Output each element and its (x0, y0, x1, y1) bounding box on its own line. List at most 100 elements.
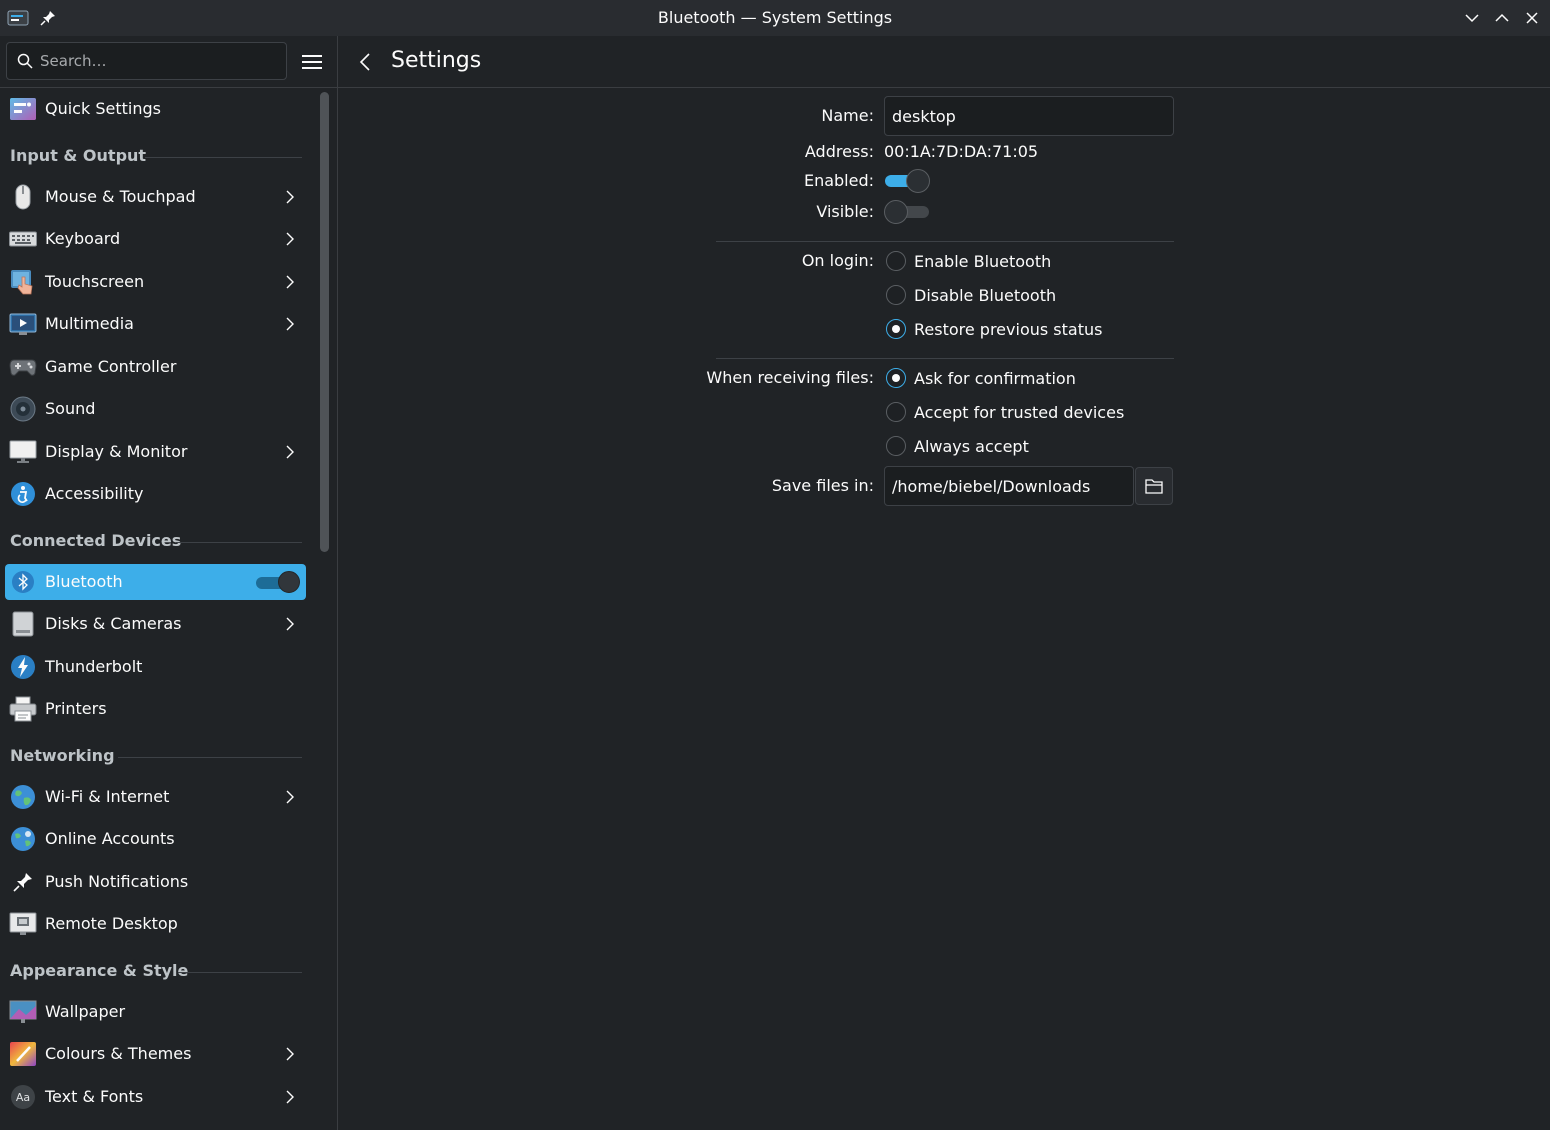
radio-button-checked[interactable] (886, 368, 906, 388)
scrollbar-thumb[interactable] (320, 92, 329, 552)
speaker-icon (9, 395, 37, 423)
sidebar-item-label: Quick Settings (45, 99, 161, 118)
chevron-right-icon (286, 445, 294, 459)
section-divider (716, 358, 1174, 359)
sidebar-item-label: Display & Monitor (45, 442, 188, 461)
sidebar-item-label: Disks & Cameras (45, 614, 182, 633)
bluetooth-settings-form: Name: Address: 00:1A:7D:DA:71:05 Enabled… (339, 88, 1550, 1130)
window-title: Bluetooth — System Settings (657, 8, 893, 27)
radio-label: Always accept (914, 436, 1029, 456)
sidebar-item-keyboard[interactable]: Keyboard (5, 221, 306, 257)
wallpaper-icon (9, 998, 37, 1026)
radio-disable-bluetooth[interactable]: Disable Bluetooth (886, 283, 1056, 307)
monitor-icon (9, 438, 37, 466)
sidebar-item-push-notifications[interactable]: Push Notifications (5, 864, 306, 900)
svg-text:Aa: Aa (16, 1091, 30, 1104)
radio-label: Enable Bluetooth (914, 251, 1052, 271)
save-path-input[interactable] (885, 467, 1133, 505)
sidebar-item-label: Multimedia (45, 314, 134, 333)
sidebar-item-label: Thunderbolt (45, 657, 143, 676)
radio-always-accept[interactable]: Always accept (886, 434, 1029, 458)
chevron-right-icon (286, 232, 294, 246)
quick-settings-icon (9, 95, 37, 123)
radio-button[interactable] (886, 251, 906, 271)
radio-accept-trusted-devices[interactable]: Accept for trusted devices (886, 400, 1124, 424)
sidebar-item-accessibility[interactable]: Accessibility (5, 476, 306, 512)
back-button[interactable] (353, 50, 377, 74)
chevron-right-icon (286, 317, 294, 331)
chevron-right-icon (286, 1047, 294, 1061)
sidebar-item-mouse-touchpad[interactable]: Mouse & Touchpad (5, 179, 306, 215)
folder-icon (1145, 479, 1163, 494)
name-input[interactable] (885, 97, 1173, 135)
maximize-button[interactable] (1490, 6, 1514, 30)
radio-button[interactable] (886, 436, 906, 456)
sidebar-item-label: Push Notifications (45, 872, 189, 891)
section-header-appearance-style: Appearance & Style (10, 961, 189, 980)
sidebar-item-online-accounts[interactable]: Online Accounts (5, 821, 306, 857)
radio-ask-for-confirmation[interactable]: Ask for confirmation (886, 366, 1076, 390)
sidebar-item-label: Game Controller (45, 357, 177, 376)
push-pin-icon (9, 868, 37, 896)
section-divider (145, 157, 302, 158)
sidebar-item-game-controller[interactable]: Game Controller (5, 349, 306, 385)
bluetooth-toggle[interactable] (256, 571, 300, 593)
save-path-field[interactable] (884, 466, 1134, 506)
sidebar-item-display-monitor[interactable]: Display & Monitor (5, 434, 306, 470)
keyboard-icon (9, 225, 37, 253)
chevron-right-icon (286, 617, 294, 631)
sidebar-item-label: Remote Desktop (45, 914, 178, 933)
radio-label: Ask for confirmation (914, 368, 1076, 388)
section-divider (716, 241, 1174, 242)
radio-label: Disable Bluetooth (914, 285, 1057, 305)
sidebar: Quick Settings Input & Output Mouse & To… (0, 88, 312, 1130)
sidebar-item-remote-desktop[interactable]: Remote Desktop (5, 906, 306, 942)
chevron-right-icon (286, 190, 294, 204)
hamburger-menu-button[interactable] (298, 50, 326, 74)
sidebar-scrollbar[interactable] (312, 88, 338, 1130)
remote-desktop-icon (9, 910, 37, 938)
sidebar-item-wifi-internet[interactable]: Wi-Fi & Internet (5, 779, 306, 815)
browse-folder-button[interactable] (1135, 467, 1173, 505)
sidebar-toolbar (0, 36, 338, 88)
section-divider (178, 972, 302, 973)
sidebar-item-quick-settings[interactable]: Quick Settings (5, 91, 306, 127)
sidebar-item-label: Touchscreen (45, 272, 145, 291)
sidebar-item-touchscreen[interactable]: Touchscreen (5, 264, 306, 300)
globe-icon (9, 783, 37, 811)
sidebar-item-bluetooth[interactable]: Bluetooth (5, 564, 306, 600)
sidebar-item-text-fonts[interactable]: Aa Text & Fonts (5, 1079, 306, 1115)
accessibility-icon (9, 480, 37, 508)
search-input[interactable] (40, 43, 280, 79)
close-button[interactable] (1520, 6, 1544, 30)
gamepad-icon (9, 353, 37, 381)
sidebar-item-thunderbolt[interactable]: Thunderbolt (5, 649, 306, 685)
radio-button[interactable] (886, 285, 906, 305)
radio-button[interactable] (886, 402, 906, 422)
section-header-connected-devices: Connected Devices (10, 531, 182, 550)
sidebar-item-printers[interactable]: Printers (5, 691, 306, 727)
radio-button-checked[interactable] (886, 319, 906, 339)
radio-label: Restore previous status (914, 319, 1103, 339)
sidebar-item-colours-themes[interactable]: Colours & Themes (5, 1036, 306, 1072)
page-title: Settings (391, 48, 482, 73)
bluetooth-icon (9, 568, 37, 596)
enabled-switch[interactable] (884, 169, 932, 193)
minimize-button[interactable] (1460, 6, 1484, 30)
touchscreen-icon (9, 268, 37, 296)
sidebar-item-label: Accessibility (45, 484, 144, 503)
title-bar: Bluetooth — System Settings (0, 0, 1550, 36)
visible-switch[interactable] (884, 200, 932, 224)
sidebar-item-disks-cameras[interactable]: Disks & Cameras (5, 606, 306, 642)
sidebar-item-label: Wi-Fi & Internet (45, 787, 170, 806)
sidebar-item-sound[interactable]: Sound (5, 391, 306, 427)
radio-enable-bluetooth[interactable]: Enable Bluetooth (886, 249, 1051, 273)
address-label: Address: (804, 142, 874, 161)
sidebar-item-multimedia[interactable]: Multimedia (5, 306, 306, 342)
search-field[interactable] (6, 42, 287, 80)
name-label: Name: (821, 106, 874, 125)
radio-restore-previous-status[interactable]: Restore previous status (886, 317, 1102, 341)
mouse-icon (9, 183, 37, 211)
sidebar-item-wallpaper[interactable]: Wallpaper (5, 994, 306, 1030)
name-field[interactable] (884, 96, 1174, 136)
